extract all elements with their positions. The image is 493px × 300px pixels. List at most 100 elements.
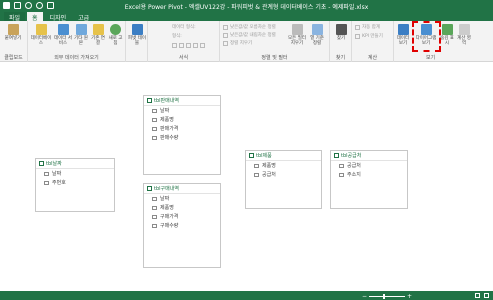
table-header[interactable]: tbl구매내역 xyxy=(144,184,220,194)
zoom-slider[interactable] xyxy=(369,294,406,299)
diagram-canvas[interactable]: tbl판매내역 날짜 제품명 판매가격 판매수량 tbl날짜 날짜 주번호 tb… xyxy=(0,62,493,291)
comma-icon[interactable] xyxy=(186,43,191,48)
table-icon xyxy=(334,153,339,158)
table-card[interactable]: tbl판매내역 날짜 제품명 판매가격 판매수량 xyxy=(143,95,221,175)
column-icon xyxy=(152,117,157,122)
increase-decimal-icon[interactable] xyxy=(193,43,198,48)
paste-button[interactable]: 붙여넣기 xyxy=(3,24,23,41)
group-label: 계산 xyxy=(367,55,378,61)
sort-desc-icon xyxy=(223,32,228,38)
database-icon xyxy=(35,24,47,35)
autosum-button[interactable]: 자동 합계 xyxy=(355,24,380,30)
column-icon xyxy=(152,108,157,113)
undo-icon[interactable] xyxy=(25,2,32,9)
sort-by-column-button[interactable]: 열 기준 정렬 xyxy=(308,24,326,46)
table-field[interactable]: 공급처 xyxy=(331,161,407,170)
redo-icon[interactable] xyxy=(36,2,43,9)
column-icon xyxy=(152,135,157,140)
sort-ascending-button[interactable]: 낮은값/값 오름차순 정렬 xyxy=(223,24,276,30)
table-card[interactable]: tbl공급처 공급처 주소지 xyxy=(330,150,408,209)
group-label: 외부 데이터 가져오기 xyxy=(54,55,99,61)
table-field[interactable]: 주번호 xyxy=(36,178,114,187)
table-card[interactable]: tbl제품 제품명 공급처 xyxy=(245,150,322,209)
quick-access-icon[interactable] xyxy=(47,2,54,9)
data-view-button[interactable]: 데이터 보기 xyxy=(395,24,411,46)
tab-advanced[interactable]: 고급 xyxy=(73,12,94,22)
clear-sort-icon xyxy=(223,40,228,46)
table-field[interactable]: 판매가격 xyxy=(144,124,220,133)
group-clipboard: 붙여넣기 클립보드 xyxy=(0,21,28,62)
table-field[interactable]: 날짜 xyxy=(144,194,220,203)
refresh-icon xyxy=(110,24,121,35)
zoom-slider-thumb[interactable] xyxy=(383,294,386,299)
column-icon xyxy=(152,214,157,219)
table-card[interactable]: tbl날짜 날짜 주번호 xyxy=(35,158,115,212)
clear-filters-button[interactable]: 모든 필터 지우기 xyxy=(288,24,306,46)
diagram-view-status-icon[interactable] xyxy=(484,293,489,298)
group-view: 데이터 보기 다이어그램 보기 숨김 표시 계산 영역 보기 xyxy=(394,21,493,62)
save-icon[interactable] xyxy=(14,2,21,9)
group-sort-filter: 낮은값/값 오름차순 정렬 낮은값/값 내림차순 정렬 정렬 지우기 모든 필터… xyxy=(220,21,330,62)
group-format: 데이터 형식: 형식: 서식 xyxy=(148,21,220,62)
group-external-data: 데이터베이스 데이터 서비스 기타 원본 기존 연결 새로 고침 외부 데이터 … xyxy=(28,21,126,62)
column-icon xyxy=(254,172,259,177)
sort-asc-icon xyxy=(223,24,228,30)
from-database-button[interactable]: 데이터베이스 xyxy=(30,24,52,46)
table-card[interactable]: tbl구매내역 날짜 제품명 구매가격 구매수량 xyxy=(143,183,221,268)
currency-icon[interactable] xyxy=(172,43,177,48)
table-header[interactable]: tbl제품 xyxy=(246,151,321,161)
table-field[interactable]: 제품명 xyxy=(144,203,220,212)
column-icon xyxy=(44,171,49,176)
table-field[interactable]: 날짜 xyxy=(36,169,114,178)
excel-logo-icon xyxy=(3,2,10,9)
find-button[interactable]: 찾기 xyxy=(333,24,349,41)
table-field[interactable]: 공급처 xyxy=(246,170,321,179)
table-field[interactable]: 제품명 xyxy=(246,161,321,170)
table-header[interactable]: tbl판매내역 xyxy=(144,96,220,106)
table-field[interactable]: 구매가격 xyxy=(144,212,220,221)
column-icon xyxy=(44,180,49,185)
table-field[interactable]: 날짜 xyxy=(144,106,220,115)
group-pivot: 피벗 테이블 xyxy=(126,21,148,62)
existing-connections-button[interactable]: 기존 연결 xyxy=(90,24,106,46)
zoom-control[interactable]: − + xyxy=(362,293,412,300)
group-calc: 자동 합계 KPI 만들기 계산 xyxy=(352,21,394,62)
other-sources-icon xyxy=(75,24,87,35)
clear-sort-button[interactable]: 정렬 지우기 xyxy=(223,40,252,46)
table-field[interactable]: 제품명 xyxy=(144,115,220,124)
tab-file[interactable]: 파일 xyxy=(4,12,26,22)
table-field[interactable]: 구매수량 xyxy=(144,221,220,230)
from-data-service-button[interactable]: 데이터 서비스 xyxy=(54,24,72,46)
calc-area-icon xyxy=(458,24,470,35)
sort-descending-button[interactable]: 낮은값/값 내림차순 정렬 xyxy=(223,32,276,38)
group-label: 정렬 및 필터 xyxy=(261,55,288,61)
pivot-table-icon xyxy=(131,24,143,35)
table-header[interactable]: tbl날짜 xyxy=(36,159,114,169)
table-header[interactable]: tbl공급처 xyxy=(331,151,407,161)
paste-icon xyxy=(7,24,19,35)
zoom-out-icon[interactable]: − xyxy=(362,293,367,300)
table-field[interactable]: 주소지 xyxy=(331,170,407,179)
zoom-in-icon[interactable]: + xyxy=(407,293,412,300)
table-field[interactable]: 판매수량 xyxy=(144,133,220,142)
decrease-decimal-icon[interactable] xyxy=(200,43,205,48)
create-kpi-button[interactable]: KPI 만들기 xyxy=(355,33,383,39)
sigma-icon xyxy=(355,24,360,30)
pivot-table-button[interactable]: 피벗 테이블 xyxy=(128,24,146,46)
refresh-button[interactable]: 새로 고침 xyxy=(107,24,124,46)
filter-clear-icon xyxy=(291,24,303,35)
show-hidden-button[interactable]: 숨김 표시 xyxy=(440,24,454,46)
percent-icon[interactable] xyxy=(179,43,184,48)
calc-area-button[interactable]: 계산 영역 xyxy=(456,24,472,46)
group-label: 찾기 xyxy=(335,55,346,61)
tab-home[interactable]: 홈 xyxy=(27,12,43,22)
table-icon xyxy=(147,98,152,103)
data-view-status-icon[interactable] xyxy=(475,293,480,298)
column-icon xyxy=(254,163,259,168)
group-find: 찾기 찾기 xyxy=(330,21,352,62)
from-other-sources-button[interactable]: 기타 원본 xyxy=(73,24,89,46)
ribbon-tabs: 파일 홈 디자인 고급 xyxy=(0,11,493,22)
tab-design[interactable]: 디자인 xyxy=(45,12,72,22)
column-icon xyxy=(152,126,157,131)
data-service-icon xyxy=(57,24,69,35)
